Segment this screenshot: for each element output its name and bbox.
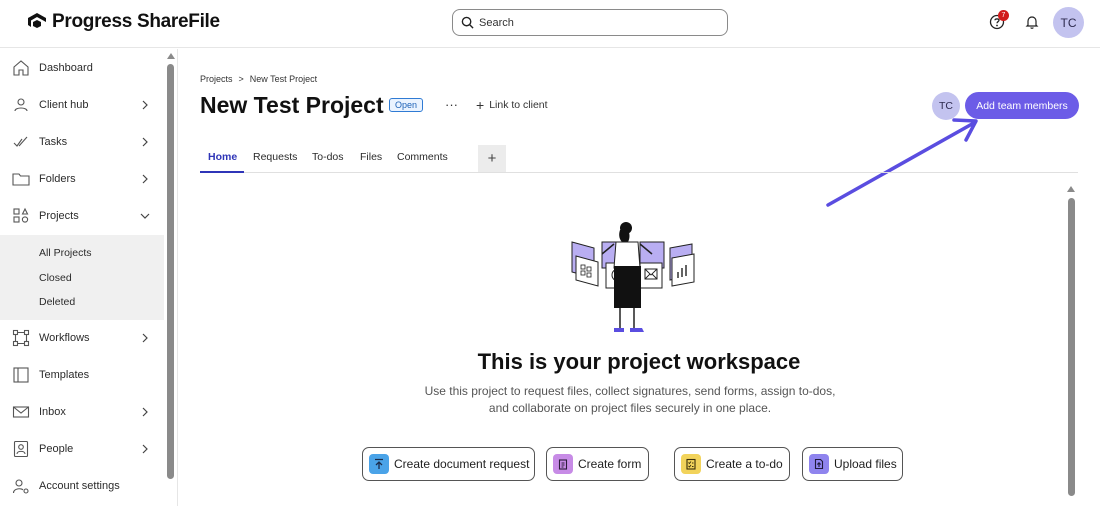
chevron-right-icon [142, 137, 148, 147]
workspace-heading: This is your project workspace [477, 349, 801, 374]
breadcrumb-parent-link[interactable]: Projects [200, 74, 233, 84]
breadcrumb-separator: > [238, 74, 244, 84]
sidebar-item-label: People [39, 443, 74, 455]
sidebar-item-label: Inbox [39, 406, 66, 418]
sidebar: Dashboard Client hub Tasks Folders Proje… [0, 49, 178, 506]
people-icon [13, 440, 29, 458]
workspace-illustration [571, 222, 695, 332]
action-label: Upload files [834, 457, 897, 471]
chevron-right-icon [142, 174, 148, 184]
action-label: Create document request [394, 457, 530, 471]
sidebar-item-people[interactable]: People [0, 431, 164, 467]
search-input[interactable]: Search [452, 9, 728, 36]
sidebar-item-folders[interactable]: Folders [0, 161, 164, 197]
chevron-right-icon [142, 333, 148, 343]
home-icon [13, 60, 29, 76]
tab-comments[interactable]: Comments [397, 151, 448, 163]
logo-text: Progress ShareFile [52, 11, 220, 32]
create-form-button[interactable]: Create form [546, 447, 649, 481]
sharefile-logo[interactable]: Progress ShareFile [28, 11, 220, 33]
file-upload-icon [809, 454, 829, 474]
projects-shapes-icon [13, 207, 29, 223]
project-tabs: Home Requests To-dos Files Comments + [200, 145, 1078, 173]
link-to-client-button[interactable]: + Link to client [476, 97, 548, 113]
sidebar-scroll-up-arrow[interactable] [167, 53, 175, 59]
sidebar-item-label: Projects [39, 210, 79, 222]
status-badge: Open [389, 98, 424, 112]
sidebar-item-client-hub[interactable]: Client hub [0, 87, 164, 123]
sidebar-item-templates[interactable]: Templates [0, 357, 164, 393]
chevron-right-icon [142, 407, 148, 417]
more-options-button[interactable]: ··· [445, 97, 458, 112]
upload-files-button[interactable]: Upload files [802, 447, 903, 481]
active-tab-indicator [200, 171, 244, 173]
chevron-down-icon [140, 213, 150, 219]
workflows-icon [12, 329, 30, 347]
page-title: New Test Project [200, 92, 384, 118]
plus-icon: + [476, 97, 485, 113]
client-hub-icon [14, 98, 28, 112]
create-todo-button[interactable]: Create a to-do [674, 447, 790, 481]
search-icon [461, 16, 474, 29]
account-settings-icon [12, 479, 29, 494]
progress-logo-icon [28, 13, 46, 28]
top-header: Progress ShareFile Search 7 TC [0, 0, 1100, 48]
clipboard-icon [553, 454, 573, 474]
workspace-description: Use this project to request files, colle… [424, 384, 836, 415]
sidebar-item-label: Account settings [39, 480, 120, 492]
sidebar-item-label: Workflows [39, 332, 90, 344]
sidebar-item-inbox[interactable]: Inbox [0, 394, 164, 430]
inbox-mail-icon [12, 406, 30, 418]
chevron-right-icon [142, 444, 148, 454]
tab-files[interactable]: Files [360, 151, 382, 163]
projects-subitem-closed[interactable]: Closed [39, 272, 72, 284]
sidebar-item-dashboard[interactable]: Dashboard [0, 50, 164, 86]
projects-subitem-deleted[interactable]: Deleted [39, 296, 75, 308]
link-to-client-label: Link to client [489, 99, 548, 111]
help-notification-badge: 7 [998, 10, 1009, 21]
folder-icon [12, 173, 30, 186]
content-scroll-up-arrow[interactable] [1067, 186, 1075, 192]
sidebar-item-projects[interactable]: Projects [0, 198, 164, 234]
sidebar-item-label: Tasks [39, 136, 68, 148]
sidebar-item-label: Client hub [39, 99, 89, 111]
create-document-request-button[interactable]: Create document request [362, 447, 535, 481]
action-label: Create form [578, 457, 642, 471]
upload-arrow-icon [369, 454, 389, 474]
tab-requests[interactable]: Requests [253, 151, 297, 163]
add-tab-button[interactable]: + [478, 145, 506, 172]
tab-home[interactable]: Home [208, 151, 237, 163]
checklist-icon [681, 454, 701, 474]
sidebar-item-account-settings[interactable]: Account settings [0, 468, 164, 504]
sidebar-item-tasks[interactable]: Tasks [0, 124, 164, 160]
sidebar-item-workflows[interactable]: Workflows [0, 320, 164, 356]
sidebar-item-label: Folders [39, 173, 76, 185]
bell-icon[interactable] [1024, 14, 1040, 30]
sidebar-item-label: Dashboard [39, 62, 93, 74]
sidebar-scrollbar[interactable] [167, 64, 174, 479]
action-label: Create a to-do [706, 457, 783, 471]
projects-subitem-all[interactable]: All Projects [39, 247, 92, 259]
content-scrollbar[interactable] [1068, 198, 1075, 496]
chevron-right-icon [142, 100, 148, 110]
search-placeholder: Search [479, 16, 514, 29]
templates-icon [13, 367, 29, 383]
tab-to-dos[interactable]: To-dos [312, 151, 344, 163]
tasks-check-icon [13, 136, 28, 147]
breadcrumb-current: New Test Project [249, 74, 318, 84]
user-avatar[interactable]: TC [1053, 7, 1084, 38]
sidebar-item-label: Templates [39, 369, 90, 381]
breadcrumb: Projects > New Test Project [200, 74, 317, 84]
